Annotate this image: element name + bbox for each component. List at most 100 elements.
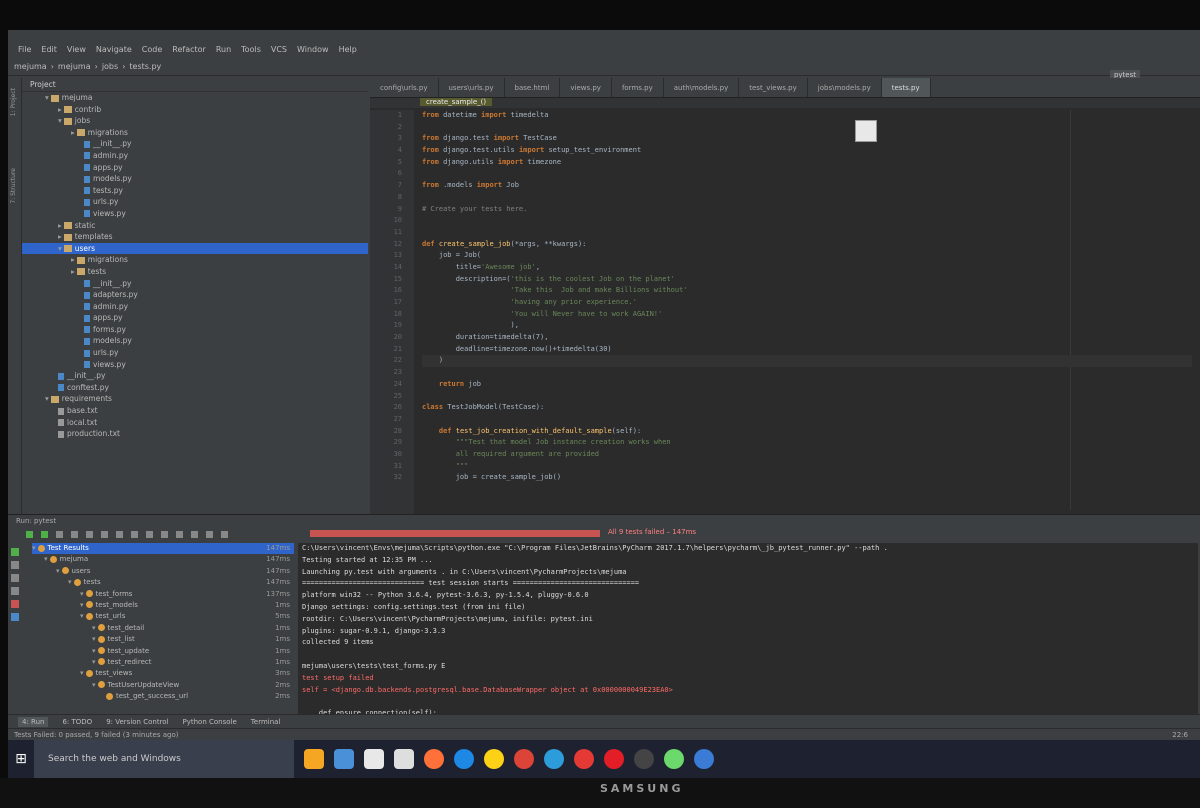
- editor-tab[interactable]: base.html: [505, 78, 561, 97]
- taskbar-app-icon[interactable]: [664, 749, 684, 769]
- test-result-item[interactable]: ▾ TestUserUpdateView 2ms: [32, 680, 294, 691]
- expanded-arrow-icon[interactable]: ▾: [45, 394, 49, 403]
- project-tree-item[interactable]: admin.py: [22, 301, 368, 313]
- project-tree-item[interactable]: admin.py: [22, 150, 368, 162]
- test-result-item[interactable]: ▾ test_update 1ms: [32, 646, 294, 657]
- collapse-arrow-icon[interactable]: ▾: [92, 681, 96, 689]
- project-tree-item[interactable]: __init__.py: [22, 138, 368, 150]
- collapse-all-icon[interactable]: [146, 530, 153, 538]
- test-result-item[interactable]: ▾ test_models 1ms: [32, 600, 294, 611]
- taskbar-app-icon[interactable]: [454, 749, 474, 769]
- editor-tab[interactable]: test_views.py: [739, 78, 808, 97]
- code-line[interactable]: # Create your tests here.: [422, 204, 1192, 216]
- tool-window-button[interactable]: Python Console: [183, 718, 237, 726]
- project-tree-item[interactable]: urls.py: [22, 196, 368, 208]
- collapse-arrow-icon[interactable]: ▾: [44, 555, 48, 563]
- collapse-arrow-icon[interactable]: ▾: [92, 658, 96, 666]
- code-line[interactable]: description=('this is the coolest Job on…: [422, 274, 1192, 286]
- menu-item[interactable]: Refactor: [172, 45, 206, 54]
- code-line[interactable]: def create_sample_job(*args, **kwargs):: [422, 239, 1192, 251]
- code-line[interactable]: [422, 227, 1192, 239]
- editor-tab[interactable]: config\urls.py: [370, 78, 439, 97]
- editor-tab[interactable]: forms.py: [612, 78, 664, 97]
- rerun-icon[interactable]: [26, 530, 33, 538]
- menu-item[interactable]: Edit: [41, 45, 57, 54]
- project-tree-item[interactable]: forms.py: [22, 324, 368, 336]
- test-result-item[interactable]: ▾ mejuma 147ms: [32, 554, 294, 565]
- project-tree-item[interactable]: ▾ jobs: [22, 115, 368, 127]
- menu-item[interactable]: VCS: [271, 45, 287, 54]
- taskbar-search[interactable]: Search the web and Windows: [34, 740, 294, 778]
- code-editor[interactable]: config\urls.py users\urls.py base.html view…: [370, 78, 1200, 514]
- nav-crumb[interactable]: mejuma: [14, 62, 47, 71]
- expanded-arrow-icon[interactable]: ▾: [45, 93, 49, 102]
- taskbar-app-icon[interactable]: [304, 749, 324, 769]
- collapsed-arrow-icon[interactable]: ▸: [71, 267, 75, 276]
- project-tree-item[interactable]: views.py: [22, 359, 368, 371]
- project-tree-item[interactable]: ▸ migrations: [22, 254, 368, 266]
- sort-duration-icon[interactable]: [116, 530, 123, 538]
- up-icon[interactable]: [11, 561, 19, 569]
- collapse-arrow-icon[interactable]: ▾: [68, 578, 72, 586]
- collapse-arrow-icon[interactable]: ▾: [92, 624, 96, 632]
- code-line[interactable]: [422, 414, 1192, 426]
- collapse-arrow-icon[interactable]: ▾: [80, 601, 84, 609]
- nav-crumb[interactable]: tests.py: [129, 62, 161, 71]
- expanded-arrow-icon[interactable]: ▾: [58, 244, 62, 253]
- project-tree-item[interactable]: ▸ templates: [22, 231, 368, 243]
- collapse-arrow-icon[interactable]: ▾: [80, 590, 84, 598]
- project-tree-item[interactable]: apps.py: [22, 162, 368, 174]
- code-line[interactable]: all required argument are provided: [422, 449, 1192, 461]
- code-content[interactable]: from datetime import timedelta from djan…: [422, 110, 1192, 484]
- taskbar-app-icon[interactable]: [694, 749, 714, 769]
- editor-tab[interactable]: users\urls.py: [439, 78, 505, 97]
- project-tree-item[interactable]: models.py: [22, 335, 368, 347]
- prev-failed-icon[interactable]: [161, 530, 168, 538]
- project-tree-item[interactable]: models.py: [22, 173, 368, 185]
- menu-item[interactable]: File: [18, 45, 31, 54]
- code-line[interactable]: [422, 215, 1192, 227]
- settings-icon[interactable]: [221, 530, 228, 538]
- taskbar-app-icon[interactable]: [604, 749, 624, 769]
- code-line[interactable]: [422, 192, 1192, 204]
- taskbar-app-icon[interactable]: [394, 749, 414, 769]
- project-tree-item[interactable]: ▾ requirements: [22, 393, 368, 405]
- code-line[interactable]: 'having any prior experience.': [422, 297, 1192, 309]
- tool-window-button[interactable]: 6: TODO: [62, 718, 92, 726]
- menu-item[interactable]: View: [67, 45, 86, 54]
- project-tree-item[interactable]: apps.py: [22, 312, 368, 324]
- down-icon[interactable]: [11, 574, 19, 582]
- menu-item[interactable]: Tools: [241, 45, 261, 54]
- test-result-item[interactable]: ▾ test_urls 5ms: [32, 611, 294, 622]
- code-line[interactable]: def test_job_creation_with_default_sampl…: [422, 426, 1192, 438]
- code-line[interactable]: ),: [422, 320, 1192, 332]
- project-tree-item[interactable]: __init__.py: [22, 278, 368, 290]
- import-icon[interactable]: [206, 530, 213, 538]
- taskbar-app-icon[interactable]: [514, 749, 534, 769]
- collapse-arrow-icon[interactable]: ▾: [80, 669, 84, 677]
- collapsed-arrow-icon[interactable]: ▸: [58, 232, 62, 241]
- code-line[interactable]: [422, 391, 1192, 403]
- collapsed-arrow-icon[interactable]: ▸: [71, 128, 75, 137]
- collapse-arrow-icon[interactable]: ▾: [32, 544, 36, 552]
- code-line[interactable]: """Test that model Job instance creation…: [422, 437, 1192, 449]
- code-line[interactable]: job = Job(: [422, 250, 1192, 262]
- collapse-arrow-icon[interactable]: ▾: [56, 567, 60, 575]
- pin-icon[interactable]: [11, 587, 19, 595]
- breadcrumb-item[interactable]: create_sample_(): [420, 98, 493, 106]
- test-result-item[interactable]: ▾ test_forms 137ms: [32, 589, 294, 600]
- project-tool-tab[interactable]: 1: Project: [10, 88, 17, 116]
- menu-item[interactable]: Navigate: [96, 45, 132, 54]
- tool-window-button[interactable]: 9: Version Control: [106, 718, 168, 726]
- menu-item[interactable]: Help: [339, 45, 357, 54]
- project-tree-item[interactable]: ▸ migrations: [22, 127, 368, 139]
- taskbar-app-icon[interactable]: [484, 749, 504, 769]
- collapse-arrow-icon[interactable]: ▾: [92, 647, 96, 655]
- project-tree-item[interactable]: production.txt: [22, 428, 368, 440]
- code-line[interactable]: [422, 122, 1192, 134]
- nav-crumb[interactable]: jobs: [102, 62, 118, 71]
- close-icon[interactable]: [11, 600, 19, 608]
- project-tree-item[interactable]: ▸ contrib: [22, 104, 368, 116]
- code-line[interactable]: return job: [422, 379, 1192, 391]
- help-icon[interactable]: [11, 613, 19, 621]
